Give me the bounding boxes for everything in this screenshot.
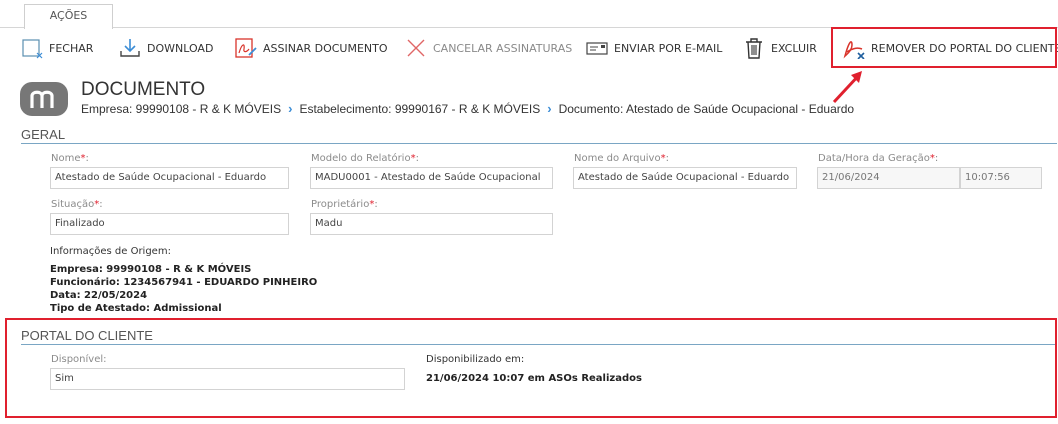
geracao-time-field: 10:07:56 <box>960 167 1042 189</box>
disponivel-field[interactable]: Sim <box>50 368 405 390</box>
section-divider <box>21 344 1055 345</box>
modelo-label: Modelo do Relatório*: <box>311 153 419 164</box>
delete-label: EXCLUIR <box>771 41 817 55</box>
annotation-box-remove-portal <box>831 27 1057 68</box>
tab-strip: AÇÕES <box>0 0 1058 29</box>
send-email-label: ENVIAR POR E-MAIL <box>614 41 723 55</box>
chevron-right-icon: › <box>547 101 552 116</box>
proprietario-field[interactable]: Madu <box>310 213 553 235</box>
breadcrumb-documento: Documento: Atestado de Saúde Ocupacional… <box>558 101 855 116</box>
origem-empresa: Empresa: 99990108 - R & K MÓVEIS <box>50 264 252 275</box>
section-divider <box>21 143 1057 144</box>
delete-button[interactable]: EXCLUIR <box>743 36 817 60</box>
geracao-label: Data/Hora da Geração*: <box>818 153 939 164</box>
proprietario-label: Proprietário*: <box>311 199 378 210</box>
pdf-sign-icon <box>235 37 257 59</box>
sign-document-label: ASSINAR DOCUMENTO <box>263 41 388 55</box>
modelo-field[interactable]: MADU0001 - Atestado de Saúde Ocupacional <box>310 167 553 189</box>
origem-label: Informações de Origem: <box>50 246 171 257</box>
send-email-button[interactable]: ENVIAR POR E-MAIL <box>586 36 722 60</box>
download-label: DOWNLOAD <box>147 41 214 55</box>
chevron-right-icon: › <box>288 101 293 116</box>
disponibilizado-label: Disponibilizado em: <box>426 354 525 365</box>
disponivel-label: Disponível: <box>51 354 107 365</box>
close-button[interactable]: FECHAR <box>21 36 93 60</box>
sign-document-button[interactable]: ASSINAR DOCUMENTO <box>235 36 388 60</box>
envelope-icon <box>586 37 608 59</box>
section-title-portal: PORTAL DO CLIENTE <box>21 328 153 343</box>
breadcrumb: Empresa: 99990108 - R & K MÓVEIS › Estab… <box>81 101 854 116</box>
origem-tipo: Tipo de Atestado: Admissional <box>50 303 222 314</box>
cancel-signatures-label: CANCELAR ASSINATURAS <box>433 41 573 55</box>
cancel-signatures-button[interactable]: CANCELAR ASSINATURAS <box>405 36 572 60</box>
arquivo-label: Nome do Arquivo*: <box>574 153 669 164</box>
download-button[interactable]: DOWNLOAD <box>119 36 213 60</box>
situacao-label: Situação*: <box>51 199 103 210</box>
situacao-field[interactable]: Finalizado <box>50 213 289 235</box>
trash-icon <box>743 37 765 59</box>
breadcrumb-estabelecimento[interactable]: Estabelecimento: 99990167 - R & K MÓVEIS <box>299 102 540 116</box>
disponibilizado-value: 21/06/2024 10:07 em ASOs Realizados <box>426 373 642 384</box>
close-label: FECHAR <box>49 41 94 55</box>
app-logo <box>20 82 68 116</box>
annotation-arrow <box>832 71 862 104</box>
section-title-geral: GERAL <box>21 127 66 142</box>
arquivo-field[interactable]: Atestado de Saúde Ocupacional - Eduardo <box>573 167 797 189</box>
origem-data: Data: 22/05/2024 <box>50 290 148 301</box>
download-icon <box>119 37 141 59</box>
nome-label: Nome*: <box>51 153 89 164</box>
breadcrumb-empresa[interactable]: Empresa: 99990108 - R & K MÓVEIS <box>81 102 281 116</box>
tab-acoes[interactable]: AÇÕES <box>24 4 113 29</box>
nome-field[interactable]: Atestado de Saúde Ocupacional - Eduardo <box>50 167 289 189</box>
page-title: DOCUMENTO <box>81 79 206 100</box>
geracao-date-field: 21/06/2024 <box>817 167 960 189</box>
origem-funcionario: Funcionário: 1234567941 - EDUARDO PINHEI… <box>50 277 318 288</box>
x-icon <box>405 37 427 59</box>
close-window-icon <box>21 37 43 59</box>
